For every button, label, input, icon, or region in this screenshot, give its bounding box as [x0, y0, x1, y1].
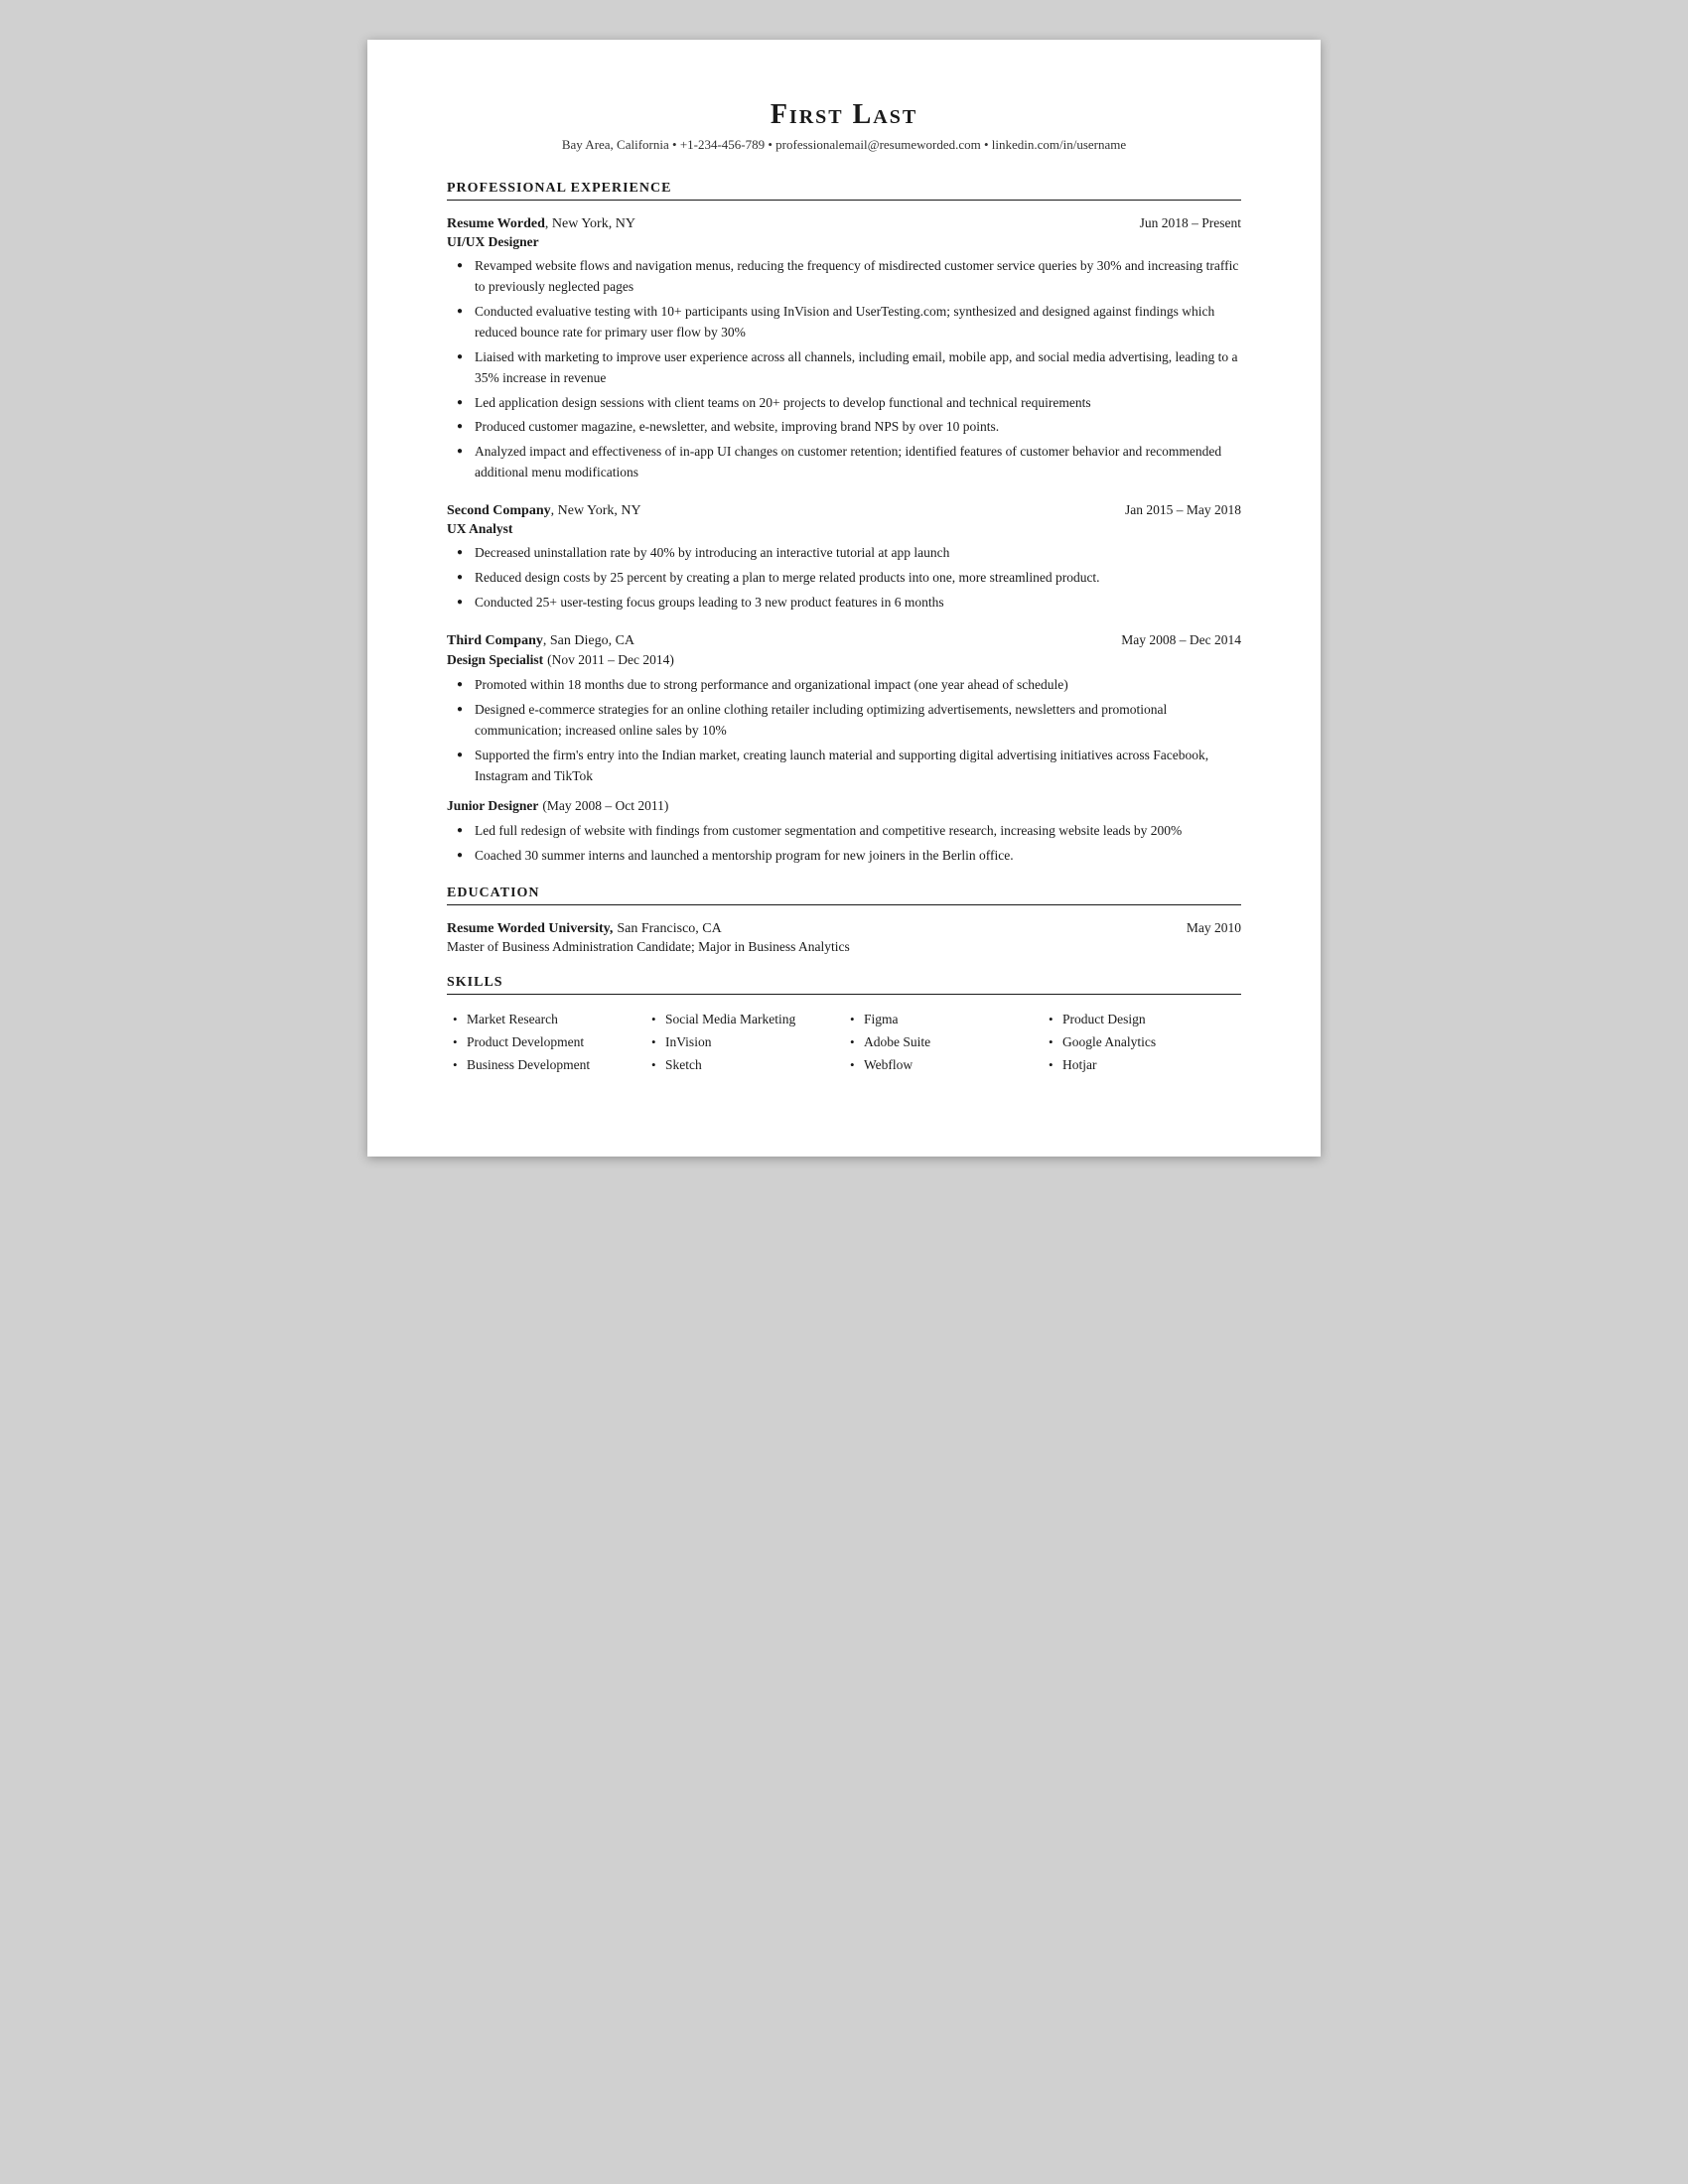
skill-item: Hotjar [1047, 1054, 1241, 1077]
bullet-item: Reduced design costs by 25 percent by cr… [457, 568, 1241, 589]
skill-item: Webflow [848, 1054, 1043, 1077]
bullet-item: Conducted evaluative testing with 10+ pa… [457, 302, 1241, 343]
company-location-2: , New York, NY [551, 503, 641, 518]
resume-document: First Last Bay Area, California • +1-234… [367, 40, 1321, 1157]
skill-item: Product Design [1047, 1009, 1241, 1031]
company-location-1: , New York, NY [545, 216, 635, 231]
contact-info: Bay Area, California • +1-234-456-789 • … [447, 137, 1241, 153]
edu-degree-1: Master of Business Administration Candid… [447, 939, 1241, 955]
skill-item: Product Development [451, 1031, 645, 1054]
skill-item: Sketch [649, 1054, 844, 1077]
job-date-3: May 2008 – Dec 2014 [1121, 632, 1241, 648]
job-header-3: Third Company, San Diego, CA May 2008 – … [447, 631, 1241, 649]
skills-column-4: Product Design Google Analytics Hotjar [1043, 1009, 1241, 1077]
skills-column-1: Market Research Product Development Busi… [447, 1009, 645, 1077]
bullet-item: Coached 30 summer interns and launched a… [457, 846, 1241, 867]
bullet-item: Led application design sessions with cli… [457, 393, 1241, 414]
skills-grid: Market Research Product Development Busi… [447, 1009, 1241, 1077]
bullet-item: Promoted within 18 months due to strong … [457, 675, 1241, 696]
company-name-3: Third Company [447, 633, 543, 648]
job-title-2: UX Analyst [447, 521, 1241, 537]
edu-entry-1: Resume Worded University, San Francisco,… [447, 919, 1241, 955]
job-entry-3: Third Company, San Diego, CA May 2008 – … [447, 631, 1241, 866]
bullet-item: Conducted 25+ user-testing focus groups … [457, 593, 1241, 614]
job-company-location-2: Second Company, New York, NY [447, 501, 641, 519]
education-section: Education Resume Worded University, San … [447, 886, 1241, 955]
experience-section: Professional Experience Resume Worded, N… [447, 181, 1241, 866]
job-bullets-1: Revamped website flows and navigation me… [447, 256, 1241, 483]
job-date-1: Jun 2018 – Present [1140, 215, 1241, 231]
bullet-item: Revamped website flows and navigation me… [457, 256, 1241, 298]
skill-item: Business Development [451, 1054, 645, 1077]
skill-item: Social Media Marketing [649, 1009, 844, 1031]
candidate-name: First Last [447, 99, 1241, 131]
skill-item: Figma [848, 1009, 1043, 1031]
company-name-1: Resume Worded [447, 216, 545, 231]
skill-item: InVision [649, 1031, 844, 1054]
job-bullets-2: Decreased uninstallation rate by 40% by … [447, 543, 1241, 614]
job-title-3: Design Specialist (Nov 2011 – Dec 2014) [447, 651, 1241, 669]
job-bullets-3: Promoted within 18 months due to strong … [447, 675, 1241, 787]
skill-item: Google Analytics [1047, 1031, 1241, 1054]
skills-section: Skills Market Research Product Developme… [447, 975, 1241, 1077]
skills-column-3: Figma Adobe Suite Webflow [844, 1009, 1043, 1077]
job-title-1: UI/UX Designer [447, 234, 1241, 250]
edu-school-location-1: Resume Worded University, San Francisco,… [447, 919, 722, 937]
bullet-item: Decreased uninstallation rate by 40% by … [457, 543, 1241, 564]
skills-column-2: Social Media Marketing InVision Sketch [645, 1009, 844, 1077]
sub-bullets-3: Led full redesign of website with findin… [447, 821, 1241, 867]
company-name-2: Second Company [447, 503, 551, 518]
job-date-2: Jan 2015 – May 2018 [1125, 502, 1241, 518]
job-company-location-1: Resume Worded, New York, NY [447, 214, 635, 232]
header-section: First Last Bay Area, California • +1-234… [447, 99, 1241, 153]
job-header-1: Resume Worded, New York, NY Jun 2018 – P… [447, 214, 1241, 232]
bullet-item: Analyzed impact and effectiveness of in-… [457, 442, 1241, 483]
skills-section-title: Skills [447, 975, 1241, 995]
company-location-3: , San Diego, CA [543, 633, 634, 648]
bullet-item: Produced customer magazine, e-newsletter… [457, 417, 1241, 438]
edu-date-1: May 2010 [1187, 920, 1241, 936]
bullet-item: Designed e-commerce strategies for an on… [457, 700, 1241, 742]
job-header-2: Second Company, New York, NY Jan 2015 – … [447, 501, 1241, 519]
education-section-title: Education [447, 886, 1241, 905]
bullet-item: Liaised with marketing to improve user e… [457, 347, 1241, 389]
bullet-item: Led full redesign of website with findin… [457, 821, 1241, 842]
experience-section-title: Professional Experience [447, 181, 1241, 201]
job-entry-1: Resume Worded, New York, NY Jun 2018 – P… [447, 214, 1241, 483]
skill-item: Market Research [451, 1009, 645, 1031]
job-entry-2: Second Company, New York, NY Jan 2015 – … [447, 501, 1241, 614]
skill-item: Adobe Suite [848, 1031, 1043, 1054]
bullet-item: Supported the firm's entry into the Indi… [457, 746, 1241, 787]
job-company-location-3: Third Company, San Diego, CA [447, 631, 634, 649]
sub-title-3: Junior Designer (May 2008 – Oct 2011) [447, 797, 1241, 815]
school-name-1: Resume Worded University, [447, 921, 613, 936]
edu-header-1: Resume Worded University, San Francisco,… [447, 919, 1241, 937]
